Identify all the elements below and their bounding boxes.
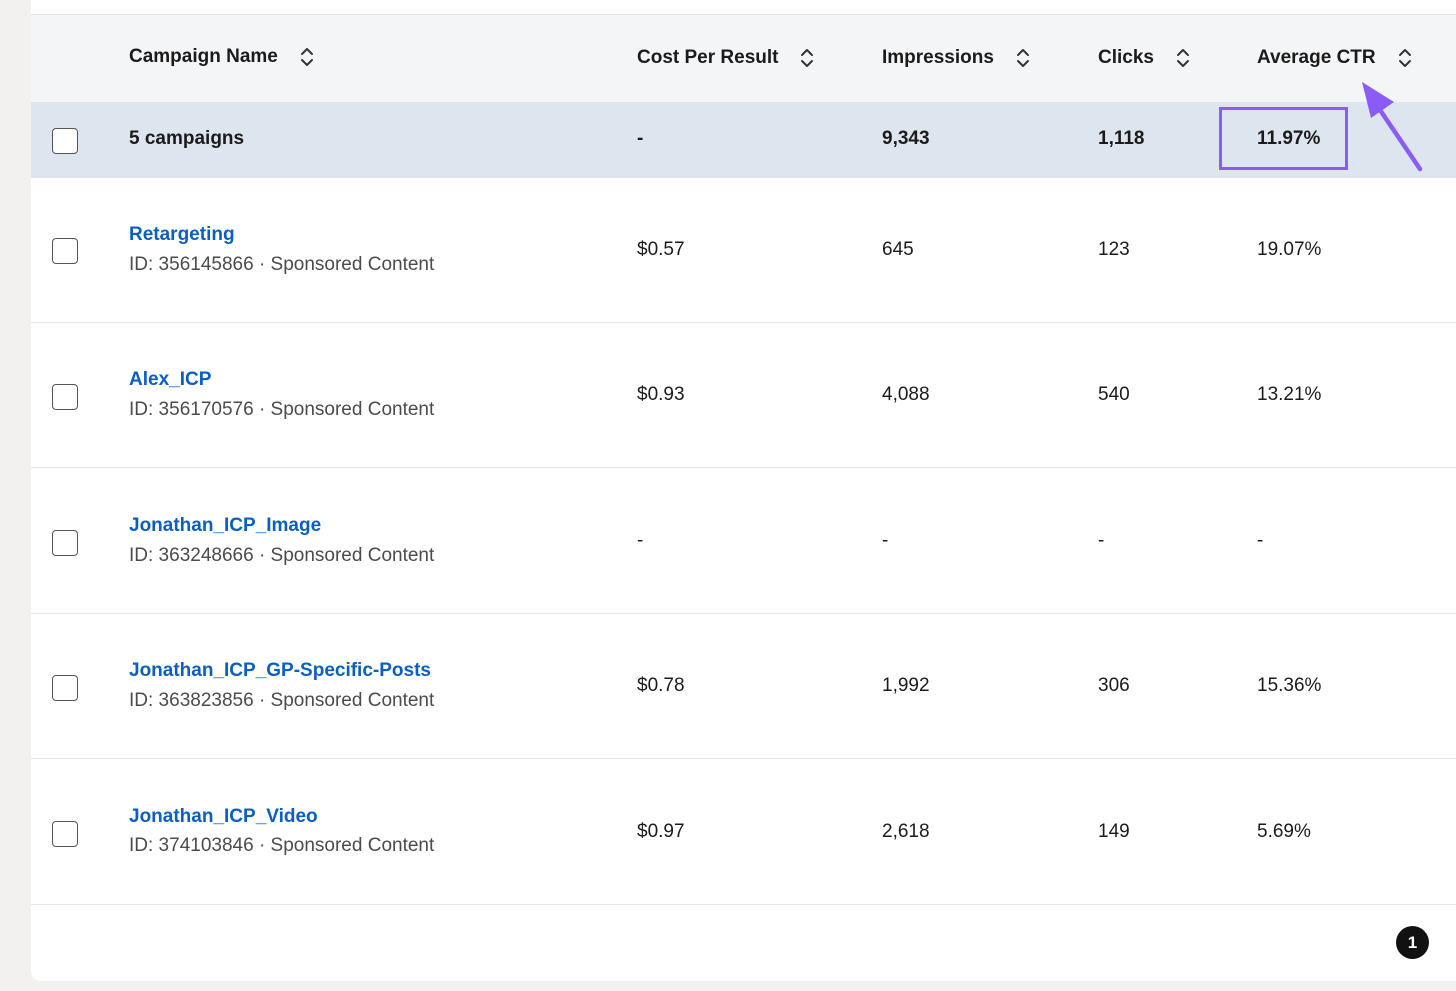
summary-cost-per-result: -	[637, 128, 644, 149]
row-checkbox[interactable]	[52, 821, 78, 847]
sort-icon[interactable]	[1016, 47, 1030, 69]
row-checkbox[interactable]	[52, 675, 78, 701]
campaign-name-link[interactable]: Jonathan_ICP_Image	[129, 515, 321, 537]
row-divider	[31, 758, 1456, 759]
row-checkbox[interactable]	[52, 530, 78, 556]
clicks-cell: 123	[1098, 239, 1130, 260]
campaign-meta: ID: 356145866 · Sponsored Content	[129, 254, 435, 275]
average-ctr-cell: 15.36%	[1257, 675, 1322, 696]
cost-per-result-cell: -	[637, 530, 644, 551]
sort-icon[interactable]	[1398, 47, 1412, 69]
average-ctr-cell: 5.69%	[1257, 821, 1311, 842]
clicks-cell: 306	[1098, 675, 1130, 696]
clicks-cell: -	[1098, 530, 1105, 551]
row-divider	[31, 904, 1456, 905]
highlight-box	[1219, 107, 1348, 170]
page-number-button[interactable]: 1	[1396, 926, 1429, 959]
campaign-meta: ID: 374103846 · Sponsored Content	[129, 835, 435, 856]
cost-per-result-cell: $0.97	[637, 821, 685, 842]
cost-per-result-cell: $0.57	[637, 239, 685, 260]
sort-icon[interactable]	[1176, 47, 1190, 69]
column-header-impressions[interactable]: Impressions	[882, 47, 1030, 69]
column-header-label: Campaign Name	[129, 46, 278, 67]
column-header-label: Average CTR	[1257, 47, 1376, 68]
campaign-name-link[interactable]: Alex_ICP	[129, 369, 211, 391]
average-ctr-cell: 19.07%	[1257, 239, 1322, 260]
column-header-average-ctr[interactable]: Average CTR	[1257, 47, 1412, 69]
average-ctr-cell: -	[1257, 530, 1264, 551]
clicks-cell: 149	[1098, 821, 1130, 842]
campaign-meta: ID: 363823856 · Sponsored Content	[129, 690, 435, 711]
summary-clicks: 1,118	[1098, 128, 1145, 149]
sort-icon[interactable]	[300, 46, 314, 68]
column-header-label: Clicks	[1098, 47, 1154, 68]
summary-label: 5 campaigns	[129, 128, 245, 149]
select-all-checkbox[interactable]	[52, 128, 78, 154]
column-header-label: Impressions	[882, 47, 994, 68]
column-header-cost-per-result[interactable]: Cost Per Result	[637, 47, 814, 69]
row-divider	[31, 613, 1456, 614]
impressions-cell: 2,618	[882, 821, 930, 842]
impressions-cell: -	[882, 530, 889, 551]
row-checkbox[interactable]	[52, 384, 78, 410]
row-divider	[31, 467, 1456, 468]
clicks-cell: 540	[1098, 384, 1130, 405]
column-header-campaign-name[interactable]: Campaign Name	[129, 46, 314, 68]
row-divider	[31, 322, 1456, 323]
average-ctr-cell: 13.21%	[1257, 384, 1322, 405]
campaign-name-link[interactable]: Retargeting	[129, 224, 235, 246]
cost-per-result-cell: $0.78	[637, 675, 685, 696]
arrow-icon	[1362, 82, 1423, 172]
row-checkbox[interactable]	[52, 238, 78, 264]
campaign-name-link[interactable]: Jonathan_ICP_GP-Specific-Posts	[129, 660, 431, 682]
campaign-name-link[interactable]: Jonathan_ICP_Video	[129, 806, 318, 828]
campaign-meta: ID: 356170576 · Sponsored Content	[129, 399, 435, 420]
cost-per-result-cell: $0.93	[637, 384, 685, 405]
impressions-cell: 1,992	[882, 675, 930, 696]
sort-icon[interactable]	[800, 47, 814, 69]
campaign-meta: ID: 363248666 · Sponsored Content	[129, 545, 435, 566]
impressions-cell: 645	[882, 239, 914, 260]
impressions-cell: 4,088	[882, 384, 930, 405]
column-header-clicks[interactable]: Clicks	[1098, 47, 1190, 69]
summary-impressions: 9,343	[882, 128, 930, 149]
column-header-label: Cost Per Result	[637, 47, 779, 68]
